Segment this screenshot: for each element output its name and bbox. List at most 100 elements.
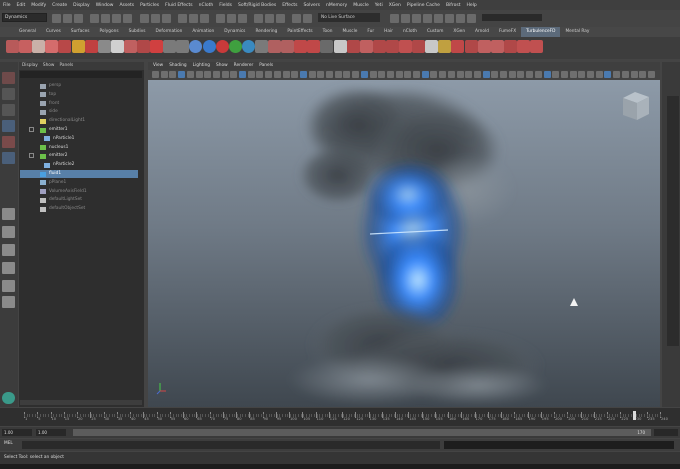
viewport-toolbar-icon[interactable] — [152, 71, 159, 78]
viewport-toolbar-icon[interactable] — [256, 71, 264, 78]
viewport-toolbar-icon[interactable] — [473, 71, 481, 78]
outliner-item[interactable]: VolumeAxisField1 — [20, 188, 138, 196]
menu-item[interactable]: File — [3, 3, 11, 8]
viewport-toolbar-icon[interactable] — [491, 71, 499, 78]
menu-item[interactable]: Window — [96, 3, 114, 8]
menu-item[interactable]: Muscle — [353, 3, 369, 8]
viewport-toolbar-icon[interactable] — [587, 71, 594, 78]
shelf-tab[interactable]: TurbulenceFD — [521, 27, 561, 37]
status-line-button-icon[interactable] — [101, 14, 110, 23]
status-line-button-icon[interactable] — [227, 14, 236, 23]
viewport-toolbar-icon[interactable] — [186, 71, 194, 78]
viewport-toolbar-icon[interactable] — [273, 71, 281, 78]
status-line-button-icon[interactable] — [112, 14, 121, 23]
outliner-item[interactable]: front — [20, 100, 138, 108]
layout-hypershade-icon[interactable] — [2, 296, 15, 308]
shelf-tab[interactable]: Mental Ray — [560, 27, 594, 37]
outliner-item[interactable]: nucleus1 — [20, 144, 138, 152]
shelf-tool-icon[interactable] — [281, 40, 295, 53]
outliner-search-field[interactable] — [20, 71, 142, 78]
quick-select-field[interactable] — [482, 14, 542, 21]
viewport-toolbar-icon[interactable] — [239, 71, 246, 78]
shelf-tab[interactable]: Dynamics — [219, 27, 250, 37]
expand-toggle-icon[interactable] — [29, 127, 34, 132]
shelf-tool-icon[interactable] — [254, 40, 268, 53]
menu-item[interactable]: Help — [467, 3, 477, 8]
outliner-item[interactable]: emitter2 — [20, 152, 138, 160]
outliner-item[interactable]: emitter1 — [20, 126, 138, 134]
viewport-toolbar-icon[interactable] — [456, 71, 464, 78]
shelf-tool-icon[interactable] — [97, 40, 111, 53]
render-button-icon[interactable] — [412, 14, 421, 23]
viewport-menu-item[interactable]: Panels — [259, 62, 273, 70]
shelf-tool-icon[interactable] — [32, 40, 46, 53]
viewport-menu-item[interactable]: Lighting — [193, 62, 210, 70]
viewport-toolbar-icon[interactable] — [560, 71, 568, 78]
shelf-tool-icon[interactable] — [268, 40, 281, 53]
outliner-item[interactable]: nParticle1 — [20, 135, 138, 143]
move-tool-icon[interactable] — [2, 120, 15, 132]
viewport-toolbar-icon[interactable] — [326, 71, 333, 78]
shelf-tool-icon[interactable] — [372, 40, 386, 53]
layout-persp-outliner-icon[interactable] — [2, 262, 15, 274]
render-button-icon[interactable] — [456, 14, 465, 23]
shelf-tab[interactable]: Surfaces — [66, 27, 95, 37]
status-line-button-icon[interactable] — [200, 14, 209, 23]
viewport-toolbar-icon[interactable] — [526, 71, 534, 78]
layout-four-icon[interactable] — [2, 226, 15, 238]
menu-item[interactable]: nCloth — [199, 3, 214, 8]
status-line-button-icon[interactable] — [265, 14, 274, 23]
render-button-icon[interactable] — [390, 14, 399, 23]
menu-item[interactable]: Display — [73, 3, 90, 8]
viewport-toolbar-icon[interactable] — [552, 71, 560, 78]
menu-item[interactable]: Effects — [282, 3, 297, 8]
shelf-tool-icon[interactable] — [346, 40, 360, 53]
status-line-button-icon[interactable] — [216, 14, 225, 23]
viewport-menu-item[interactable]: View — [153, 62, 163, 70]
viewport-toolbar-icon[interactable] — [534, 71, 542, 78]
viewport-menu-item[interactable]: Show — [216, 62, 228, 70]
shelf-tool-icon[interactable] — [412, 40, 426, 53]
menu-item[interactable]: Fields — [219, 3, 232, 8]
shelf-tool-icon[interactable] — [215, 40, 229, 53]
layout-graph-icon[interactable] — [2, 280, 15, 292]
viewport-toolbar-icon[interactable] — [500, 71, 507, 78]
shelf-tab[interactable]: Polygons — [94, 27, 123, 37]
menu-item[interactable]: Particles — [140, 3, 159, 8]
shelf-tab[interactable]: Arnold — [470, 27, 494, 37]
viewport-toolbar-icon[interactable] — [621, 71, 629, 78]
shelf-tool-icon[interactable] — [320, 40, 334, 53]
shelf-tool-icon[interactable] — [451, 40, 465, 53]
shelf-tool-icon[interactable] — [477, 40, 491, 53]
outliner-scrollbar[interactable] — [20, 400, 142, 405]
viewport-toolbar-icon[interactable] — [613, 71, 621, 78]
shelf-tool-icon[interactable] — [241, 40, 255, 53]
viewport-toolbar-icon[interactable] — [482, 71, 490, 78]
channel-box-strip[interactable] — [667, 96, 679, 346]
shelf-tab[interactable]: Rendering — [250, 27, 282, 37]
menu-item[interactable]: Pipeline Cache — [407, 3, 440, 8]
select-tool-icon[interactable] — [2, 72, 15, 84]
viewport-toolbar-icon[interactable] — [334, 71, 342, 78]
status-line-button-icon[interactable] — [254, 14, 263, 23]
viewport-toolbar-icon[interactable] — [413, 71, 420, 78]
shelf-tool-icon[interactable] — [137, 40, 150, 53]
menu-item[interactable]: Assets — [119, 3, 134, 8]
menu-set-dropdown[interactable]: Dynamics — [2, 13, 47, 22]
viewport-toolbar-icon[interactable] — [569, 71, 577, 78]
layout-two-icon[interactable] — [2, 244, 15, 256]
outliner-item[interactable]: persp — [20, 82, 138, 90]
shelf-tab[interactable]: Animation — [187, 27, 219, 37]
scale-tool-icon[interactable] — [2, 152, 15, 164]
viewport-toolbar-icon[interactable] — [439, 71, 447, 78]
viewport-toolbar-icon[interactable] — [595, 71, 603, 78]
status-line-button-icon[interactable] — [123, 14, 132, 23]
shelf-tab[interactable]: Deformation — [150, 27, 187, 37]
shelf-tool-icon[interactable] — [530, 40, 543, 53]
start-time-field[interactable]: 1.00 — [2, 429, 32, 436]
shelf-tool-icon[interactable] — [438, 40, 452, 53]
viewport-toolbar-icon[interactable] — [647, 71, 655, 78]
outliner-menu-item[interactable]: Display — [22, 62, 38, 70]
lasso-tool-icon[interactable] — [2, 88, 15, 100]
viewport-toolbar-icon[interactable] — [221, 71, 229, 78]
